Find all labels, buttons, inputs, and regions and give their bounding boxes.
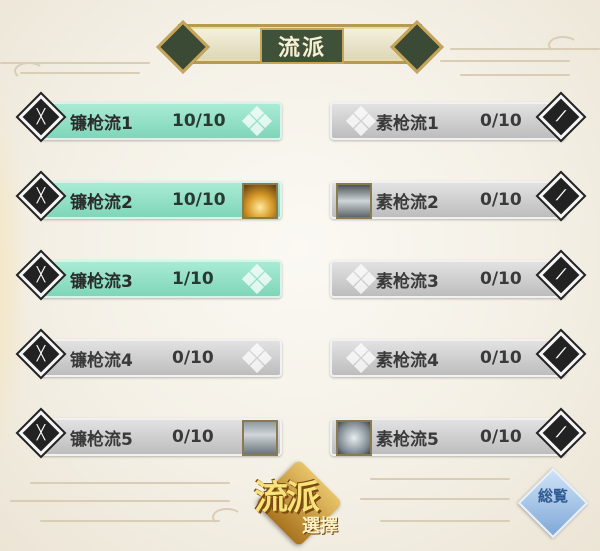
school-row-left-1[interactable]: 镰枪流1 10/10 ╳ — [10, 94, 290, 140]
school-progress: 10/10 — [172, 111, 226, 131]
empty-slot-diamonds-icon — [345, 342, 377, 374]
decor-line — [460, 74, 570, 76]
wave-skill-icon[interactable] — [336, 183, 372, 219]
decor-line — [30, 482, 230, 484]
plain-spear-emblem-icon: ⟋ — [538, 173, 584, 219]
decor-swirl — [14, 62, 44, 80]
school-name: 素枪流1 — [376, 113, 439, 134]
decor-line — [380, 520, 510, 522]
school-row-right-4[interactable]: 素枪流4 0/10 ⟋ — [330, 331, 590, 377]
plain-spear-emblem-icon: ⟋ — [538, 94, 584, 140]
storm-skill-icon[interactable] — [242, 420, 278, 456]
fire-skill-icon[interactable] — [242, 183, 278, 219]
decor-swirl — [212, 508, 242, 526]
school-progress: 10/10 — [172, 190, 226, 210]
overview-button[interactable]: 総覧 — [517, 467, 589, 539]
empty-slot-diamonds-icon — [345, 263, 377, 295]
school-bar[interactable]: 素枪流2 0/10 — [330, 181, 566, 219]
decor-line — [450, 48, 600, 50]
school-bar[interactable]: 素枪流3 0/10 — [330, 260, 566, 298]
decor-line — [10, 500, 230, 502]
school-bar[interactable]: 素枪流1 0/10 — [330, 102, 566, 140]
empty-slot-diamonds-icon — [241, 342, 273, 374]
school-progress: 1/10 — [172, 269, 214, 289]
decor-swirl — [548, 36, 578, 54]
scythe-spear-emblem-icon: ╳ — [18, 94, 64, 140]
school-name: 素枪流3 — [376, 271, 439, 292]
school-name: 素枪流5 — [376, 429, 439, 450]
school-name: 镰枪流5 — [70, 429, 133, 450]
scythe-spear-emblem-icon: ╳ — [18, 173, 64, 219]
school-row-right-5[interactable]: 素枪流5 0/10 ⟋ — [330, 410, 590, 456]
empty-slot-diamonds-icon — [241, 105, 273, 137]
school-progress: 0/10 — [480, 348, 522, 368]
school-row-right-3[interactable]: 素枪流3 0/10 ⟋ — [330, 252, 590, 298]
school-name: 素枪流4 — [376, 350, 439, 371]
empty-slot-diamonds-icon — [345, 105, 377, 137]
select-button-subtitle: 選擇 — [302, 516, 338, 537]
school-row-right-1[interactable]: 素枪流1 0/10 ⟋ — [330, 94, 590, 140]
decor-line — [360, 498, 510, 500]
school-name: 镰枪流3 — [70, 271, 133, 292]
school-bar[interactable]: 镰枪流1 10/10 — [40, 102, 282, 140]
scythe-spear-emblem-icon: ╳ — [18, 252, 64, 298]
school-name: 镰枪流4 — [70, 350, 133, 371]
school-name: 镰枪流1 — [70, 113, 133, 134]
school-row-left-5[interactable]: 镰枪流5 0/10 ╳ — [10, 410, 290, 456]
school-bar[interactable]: 镰枪流2 10/10 — [40, 181, 282, 219]
school-select-button[interactable]: 流派 選擇 — [250, 459, 350, 547]
empty-slot-diamonds-icon — [241, 263, 273, 295]
school-row-left-3[interactable]: 镰枪流3 1/10 ╳ — [10, 252, 290, 298]
school-row-right-2[interactable]: 素枪流2 0/10 ⟋ — [330, 173, 590, 219]
school-progress: 0/10 — [480, 111, 522, 131]
scythe-spear-emblem-icon: ╳ — [18, 410, 64, 456]
page-title: 流派 — [260, 28, 344, 64]
school-progress: 0/10 — [172, 348, 214, 368]
decor-line — [440, 60, 570, 62]
school-name: 素枪流2 — [376, 192, 439, 213]
school-row-left-4[interactable]: 镰枪流4 0/10 ╳ — [10, 331, 290, 377]
school-progress: 0/10 — [172, 427, 214, 447]
overview-label: 総覧 — [538, 487, 569, 505]
school-bar[interactable]: 素枪流4 0/10 — [330, 339, 566, 377]
tornado-skill-icon[interactable] — [336, 420, 372, 456]
plain-spear-emblem-icon: ⟋ — [538, 410, 584, 456]
school-bar[interactable]: 镰枪流4 0/10 — [40, 339, 282, 377]
school-progress: 0/10 — [480, 190, 522, 210]
school-bar[interactable]: 素枪流5 0/10 — [330, 418, 566, 456]
title-banner: 流派 — [156, 18, 444, 74]
school-bar[interactable]: 镰枪流5 0/10 — [40, 418, 282, 456]
scythe-spear-emblem-icon: ╳ — [18, 331, 64, 377]
school-bar[interactable]: 镰枪流3 1/10 — [40, 260, 282, 298]
school-name: 镰枪流2 — [70, 192, 133, 213]
school-progress: 0/10 — [480, 427, 522, 447]
decor-line — [40, 520, 220, 522]
plain-spear-emblem-icon: ⟋ — [538, 331, 584, 377]
school-row-left-2[interactable]: 镰枪流2 10/10 ╳ — [10, 173, 290, 219]
school-progress: 0/10 — [480, 269, 522, 289]
decor-line — [370, 478, 510, 480]
plain-spear-emblem-icon: ⟋ — [538, 252, 584, 298]
